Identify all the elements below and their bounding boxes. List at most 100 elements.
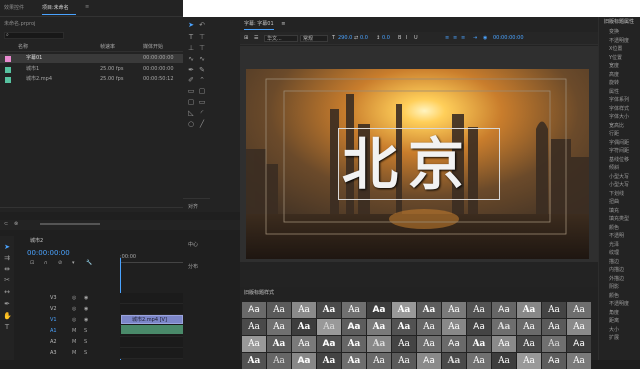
property-item[interactable]: 纹理: [609, 249, 619, 256]
style-swatch[interactable]: Aa: [417, 336, 441, 352]
style-swatch[interactable]: Aa: [317, 302, 341, 318]
style-swatch[interactable]: Aa: [567, 336, 591, 352]
rounded-rect-tool-icon[interactable]: ▢: [198, 87, 206, 95]
property-item[interactable]: 倾斜: [609, 164, 619, 171]
delete-anchor-icon[interactable]: ✐: [187, 76, 195, 84]
style-swatch[interactable]: Aa: [442, 319, 466, 335]
property-item[interactable]: 字偶间距: [609, 139, 629, 146]
style-swatch[interactable]: Aa: [392, 336, 416, 352]
toggle-output-icon[interactable]: ◎: [72, 296, 76, 301]
property-item[interactable]: 行距: [609, 130, 619, 137]
style-swatch[interactable]: Aa: [492, 336, 516, 352]
linked-icon[interactable]: ⊗: [14, 222, 18, 227]
style-swatch[interactable]: Aa: [467, 319, 491, 335]
style-swatch[interactable]: Aa: [492, 353, 516, 369]
style-swatch[interactable]: Aa: [392, 353, 416, 369]
solo-icon[interactable]: S: [84, 351, 87, 356]
kerning-value[interactable]: 0.0: [360, 36, 368, 41]
razor-icon[interactable]: ✂: [3, 276, 11, 284]
arc-tool-icon[interactable]: ◜: [198, 109, 206, 117]
property-item[interactable]: 宽高比: [609, 122, 624, 129]
style-swatch[interactable]: Aa: [367, 336, 391, 352]
style-swatch[interactable]: Aa: [442, 302, 466, 318]
style-swatch[interactable]: Aa: [517, 353, 541, 369]
style-swatch[interactable]: Aa: [542, 353, 566, 369]
style-swatch[interactable]: Aa: [567, 353, 591, 369]
search-input[interactable]: ⌕: [4, 32, 64, 39]
path-type-v2-icon[interactable]: ∿: [198, 55, 206, 63]
tab-effect-controls[interactable]: 效果控件: [4, 4, 24, 11]
property-item[interactable]: 扩展: [609, 334, 619, 341]
style-swatch[interactable]: Aa: [267, 302, 291, 318]
track-select-icon[interactable]: ⇉: [3, 254, 11, 262]
ellipse-tool-icon[interactable]: ○: [187, 120, 195, 128]
track-label[interactable]: V2: [50, 307, 57, 312]
vertical-type-tool-icon[interactable]: ⊥: [187, 44, 195, 52]
add-anchor-icon[interactable]: ✎: [198, 66, 206, 74]
style-swatch[interactable]: Aa: [542, 319, 566, 335]
list-item[interactable]: 城市2.mp4 25.00 fps 00:00:50:12: [0, 75, 183, 84]
sequence-tab[interactable]: 城市2: [30, 239, 43, 244]
track-label[interactable]: A1: [50, 329, 57, 334]
track-lane[interactable]: [120, 348, 183, 359]
properties-header[interactable]: 旧版标题属性: [604, 20, 634, 25]
property-item[interactable]: Y位置: [609, 54, 622, 61]
list-item[interactable]: 字幕01 00:00:00:00: [0, 54, 183, 63]
style-swatch[interactable]: Aa: [467, 336, 491, 352]
style-swatch[interactable]: Aa: [242, 302, 266, 318]
style-swatch[interactable]: Aa: [342, 319, 366, 335]
area-type-tool-icon[interactable]: ⊤: [198, 33, 206, 41]
rounded-rect2-tool-icon[interactable]: ▭: [198, 98, 206, 106]
audio-clip[interactable]: [121, 325, 183, 334]
style-swatch[interactable]: Aa: [342, 336, 366, 352]
property-item[interactable]: 字体系列: [609, 96, 629, 103]
new-title-icon[interactable]: ⊞: [244, 36, 248, 41]
italic-icon[interactable]: I: [406, 36, 407, 41]
style-swatch[interactable]: Aa: [567, 319, 591, 335]
property-item[interactable]: 光泽: [609, 241, 619, 248]
align-left-icon[interactable]: ≡: [445, 36, 449, 41]
property-item[interactable]: 颜色: [609, 292, 619, 299]
property-item[interactable]: 外描边: [609, 275, 624, 282]
video-timecode[interactable]: 00:00:00:00: [493, 36, 524, 41]
track-label[interactable]: V1: [50, 318, 57, 323]
track-label[interactable]: A3: [50, 351, 57, 356]
property-item[interactable]: 内描边: [609, 266, 624, 273]
style-swatch[interactable]: Aa: [317, 353, 341, 369]
tab-stops-icon[interactable]: ⇥: [473, 36, 477, 41]
font-size-value[interactable]: 290.0: [338, 36, 352, 41]
title-menu-icon[interactable]: ≡: [281, 21, 285, 27]
align-right-icon[interactable]: ≡: [461, 36, 465, 41]
style-swatch[interactable]: Aa: [242, 336, 266, 352]
mute-icon[interactable]: M: [72, 351, 76, 356]
roll-crawl-icon[interactable]: ☰: [254, 36, 258, 41]
styles-panel-header[interactable]: 旧版标题样式: [244, 291, 274, 296]
style-swatch[interactable]: Aa: [292, 336, 316, 352]
property-item[interactable]: 描边: [609, 258, 619, 265]
track-lane[interactable]: [120, 304, 183, 315]
property-item[interactable]: 高度: [609, 71, 619, 78]
property-item[interactable]: 小型大写: [609, 173, 629, 180]
hand-tool-icon[interactable]: ✋: [3, 312, 12, 320]
track-label[interactable]: V3: [50, 296, 57, 301]
style-swatch[interactable]: Aa: [367, 319, 391, 335]
path-type-tool-icon[interactable]: ⊤: [198, 44, 206, 52]
property-item[interactable]: 属性: [609, 88, 619, 95]
style-swatch[interactable]: Aa: [292, 319, 316, 335]
property-item[interactable]: 不透明度: [609, 300, 629, 307]
ripple-edit-icon[interactable]: ⇹: [3, 265, 11, 273]
style-swatch[interactable]: Aa: [242, 353, 266, 369]
property-item[interactable]: 角度: [609, 309, 619, 316]
solo-icon[interactable]: S: [84, 340, 87, 345]
settings-icon[interactable]: 🔧: [86, 261, 92, 266]
timeline-track[interactable]: A3 M S: [14, 348, 120, 359]
property-item[interactable]: 距离: [609, 317, 619, 324]
type-tool-icon[interactable]: T: [187, 33, 195, 41]
mute-icon[interactable]: M: [72, 329, 76, 334]
property-item[interactable]: 宽度: [609, 62, 619, 69]
selection-tool-icon[interactable]: ➤: [3, 243, 11, 251]
marker-icon[interactable]: ▾: [72, 261, 75, 266]
property-item[interactable]: 下划线: [609, 190, 624, 197]
visibility-icon[interactable]: ◉: [84, 318, 88, 323]
property-item[interactable]: 旋转: [609, 79, 619, 86]
